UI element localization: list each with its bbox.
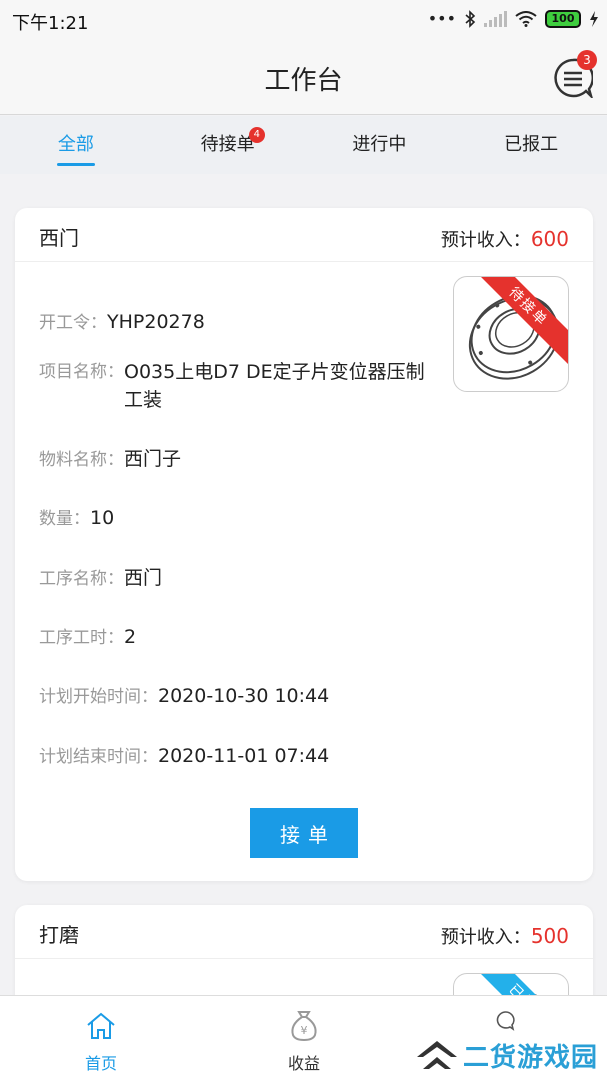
tab-label: 进行中 [352,134,407,155]
message-count-badge: 3 [577,50,597,70]
watermark: 二货游戏园 [415,1037,598,1074]
field-value: 2020-11-01 07:44 [158,745,330,767]
signal-icon [484,10,507,27]
field-value: 10 [90,507,115,529]
card-name: 西门 [39,226,79,250]
chat-icon [496,1011,515,1031]
nav-income[interactable]: ¥ 收益 [229,996,379,1080]
field-order-no: 开工令：YHP20278 [39,308,205,337]
field-label: 工序工时： [39,628,124,648]
watermark-text: 二货游戏园 [463,1043,599,1073]
card-name: 打磨 [39,923,79,947]
field-process-hours: 工序工时：2 [39,623,136,652]
field-value: 2020-10-30 10:44 [158,685,330,707]
field-process-name: 工序名称：西门 [39,564,162,593]
tab-all[interactable]: 全部 [0,116,152,174]
accept-order-button[interactable]: 接单 [250,808,358,858]
income-label: 预计收入： [440,927,531,948]
field-label: 计划开始时间： [39,687,158,707]
svg-text:¥: ¥ [301,1024,308,1037]
card-header: 打磨 预计收入：500 [15,905,593,959]
bluetooth-icon [465,9,476,28]
field-value: O035上电D7 DE定子片变位器压制工装 [124,361,425,411]
card-header: 西门 预计收入：600 [15,208,593,262]
field-plan-end: 计划结束时间：2020-11-01 07:44 [39,742,329,771]
page-title: 工作台 [264,66,343,96]
field-quantity: 数量：10 [39,504,114,533]
field-value: 2 [124,626,137,648]
tab-pending[interactable]: 待接单 4 [152,116,304,174]
battery-icon: 100 [545,9,581,28]
field-label: 数量： [39,509,90,529]
field-label: 项目名称： [39,362,124,382]
field-material-name: 物料名称：西门子 [39,445,181,474]
order-card[interactable]: 西门 预计收入：600 待接单 开工令：YHP20278 项目名称： O035上电… [15,208,593,881]
field-label: 计划结束时间： [39,747,158,767]
status-bar: 下午1:21 ••• 100 [0,0,607,40]
status-time: 下午1:21 [12,13,89,34]
status-tabs: 全部 待接单 4 进行中 已报工 [0,116,607,174]
tab-reported[interactable]: 已报工 [455,116,607,174]
field-value: 西门子 [124,448,182,470]
home-icon [87,1012,115,1039]
field-label: 开工令： [39,313,107,333]
field-value: 西门 [124,567,163,589]
status-icons: ••• 100 [428,9,599,28]
income-label: 预计收入： [440,230,531,251]
nav-label: 收益 [287,1054,320,1073]
wifi-icon [515,10,537,27]
part-thumbnail[interactable]: 待接单 [453,276,569,392]
tab-label: 全部 [57,134,94,155]
expected-income: 预计收入：500 [441,923,569,949]
field-project-name: 项目名称： O035上电D7 DE定子片变位器压制工装 [39,358,429,414]
money-bag-icon: ¥ [291,1011,317,1042]
tab-label: 待接单 [200,134,255,155]
charging-icon [590,10,598,27]
tab-in-progress[interactable]: 进行中 [304,116,456,174]
tab-label: 已报工 [504,134,559,155]
message-button[interactable]: 3 [553,50,597,101]
income-value: 600 [530,227,569,251]
nav-label: 首页 [84,1054,117,1073]
field-plan-start: 计划开始时间：2020-10-30 10:44 [39,682,329,711]
field-value: YHP20278 [107,311,205,333]
nav-home[interactable]: 首页 [26,996,176,1080]
field-label: 物料名称： [39,450,124,470]
more-dots-icon: ••• [427,9,456,28]
header: 工作台 3 [0,40,607,115]
watermark-logo-icon [417,1040,457,1069]
expected-income: 预计收入：600 [441,226,569,252]
field-label: 工序名称： [39,569,124,589]
pending-count-badge: 4 [248,127,265,143]
income-value: 500 [530,924,569,948]
